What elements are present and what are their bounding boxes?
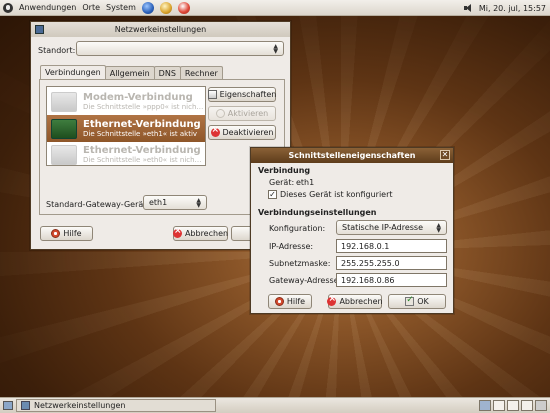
help-icon (274, 297, 284, 306)
spin-arrows-icon: ▲ ▼ (436, 222, 441, 234)
clock[interactable]: Mi, 20. jul, 15:57 (479, 4, 546, 13)
section-connection: Verbindung (258, 166, 311, 175)
connections-pane: Modem-Verbindung Die Schnittstelle »ppp0… (39, 79, 285, 215)
network-icon (21, 401, 30, 410)
tab-general[interactable]: Allgemein (104, 66, 155, 79)
network-icon (35, 25, 44, 34)
help-icon (51, 229, 61, 238)
deactivate-button[interactable]: Deaktivieren (208, 125, 276, 140)
tab-bar: Verbindungen Allgemein DNS Rechner (40, 65, 223, 79)
ethernet-card-icon (51, 118, 77, 139)
connection-title: Modem-Verbindung (83, 92, 193, 103)
top-panel: Anwendungen Orte System Mi, 20. jul, 15:… (0, 0, 550, 16)
properties-button[interactable]: Eigenschaften (207, 87, 276, 102)
location-label: Standort: (38, 46, 76, 55)
ip-address-field[interactable]: 192.168.0.1 (336, 239, 447, 253)
location-select[interactable]: ▲ ▼ (76, 41, 284, 56)
spin-arrows-icon: ▲ ▼ (196, 197, 201, 209)
mail-launcher-icon[interactable] (159, 1, 172, 14)
list-item[interactable]: Ethernet-Verbindung Die Schnittstelle »e… (47, 115, 205, 142)
cancel-icon (172, 226, 182, 238)
tab-dns[interactable]: DNS (153, 66, 181, 79)
connection-title: Ethernet-Verbindung (83, 119, 201, 130)
activate-button[interactable]: Aktivieren (208, 106, 276, 121)
ethernet-card-icon (51, 144, 77, 165)
menu-applications[interactable]: Anwendungen (19, 3, 76, 12)
ok-button[interactable]: OK (388, 294, 446, 309)
ok-icon (405, 295, 415, 306)
trash-icon[interactable] (535, 400, 547, 411)
workspace-3[interactable] (507, 400, 519, 411)
deactivate-icon (210, 125, 220, 137)
help-launcher-icon[interactable] (177, 1, 190, 14)
workspace-4[interactable] (521, 400, 533, 411)
subnet-mask-field[interactable]: 255.255.255.0 (336, 256, 447, 270)
titlebar[interactable]: Schnittstelleneigenschaften ✕ (251, 148, 453, 163)
volume-icon[interactable] (463, 4, 473, 12)
gateway-label: Gateway-Adresse: (269, 276, 342, 285)
section-settings: Verbindungseinstellungen (258, 208, 377, 217)
show-desktop-icon[interactable] (3, 401, 13, 410)
window-title: Netzwerkeinstellungen (114, 25, 207, 34)
config-label: Konfiguration: (269, 224, 326, 233)
activate-icon (215, 109, 225, 118)
interface-properties-dialog: Schnittstelleneigenschaften ✕ Verbindung… (250, 147, 454, 314)
config-select[interactable]: Statische IP-Adresse ▲ ▼ (336, 220, 447, 235)
list-item[interactable]: Modem-Verbindung Die Schnittstelle »ppp0… (47, 88, 205, 115)
ip-label: IP-Adresse: (269, 242, 314, 251)
connection-subtitle: Die Schnittstelle »ppp0« ist nich… (83, 103, 204, 111)
gateway-address-field[interactable]: 192.168.0.86 (336, 273, 447, 287)
titlebar[interactable]: Netzwerkeinstellungen (31, 22, 290, 37)
dialog-title: Schnittstelleneigenschaften (288, 151, 416, 160)
close-icon[interactable]: ✕ (440, 150, 450, 160)
menu-system[interactable]: System (106, 3, 136, 12)
taskbar-item-network-settings[interactable]: Netzwerkeinstellungen (16, 399, 216, 412)
cancel-button[interactable]: Abbrechen (172, 226, 228, 241)
gateway-select[interactable]: eth1 ▲ ▼ (143, 195, 207, 210)
list-item[interactable]: Ethernet-Verbindung Die Schnittstelle »e… (47, 141, 205, 168)
tab-connections[interactable]: Verbindungen (40, 65, 106, 79)
spin-arrows-icon: ▲ ▼ (273, 43, 278, 55)
configured-label[interactable]: Dieses Gerät ist konfiguriert (280, 190, 393, 199)
subnet-label: Subnetzmaske: (269, 259, 331, 268)
gateway-label: Standard-Gateway-Gerät: (46, 200, 150, 209)
connection-subtitle: Die Schnittstelle »eth1« ist aktiv (83, 130, 198, 138)
tab-hosts[interactable]: Rechner (179, 66, 223, 79)
ubuntu-logo-icon[interactable] (3, 2, 13, 13)
properties-icon (207, 90, 217, 99)
cancel-icon (327, 294, 337, 306)
workspace-1[interactable] (479, 400, 491, 411)
workspace-2[interactable] (493, 400, 505, 411)
help-button[interactable]: Hilfe (268, 294, 312, 309)
device-value: eth1 (296, 178, 315, 187)
bottom-panel: Netzwerkeinstellungen (0, 397, 550, 413)
device-label: Gerät: (269, 178, 295, 187)
modem-icon (51, 91, 77, 112)
connection-list[interactable]: Modem-Verbindung Die Schnittstelle »ppp0… (46, 86, 206, 166)
web-browser-launcher-icon[interactable] (141, 1, 154, 14)
menu-places[interactable]: Orte (82, 3, 100, 12)
configured-checkbox[interactable]: ✓ (268, 190, 277, 199)
help-button[interactable]: Hilfe (40, 226, 93, 241)
connection-title: Ethernet-Verbindung (83, 145, 201, 156)
cancel-button[interactable]: Abbrechen (327, 294, 383, 309)
connection-subtitle: Die Schnittstelle »eth0« ist nich… (83, 156, 202, 164)
